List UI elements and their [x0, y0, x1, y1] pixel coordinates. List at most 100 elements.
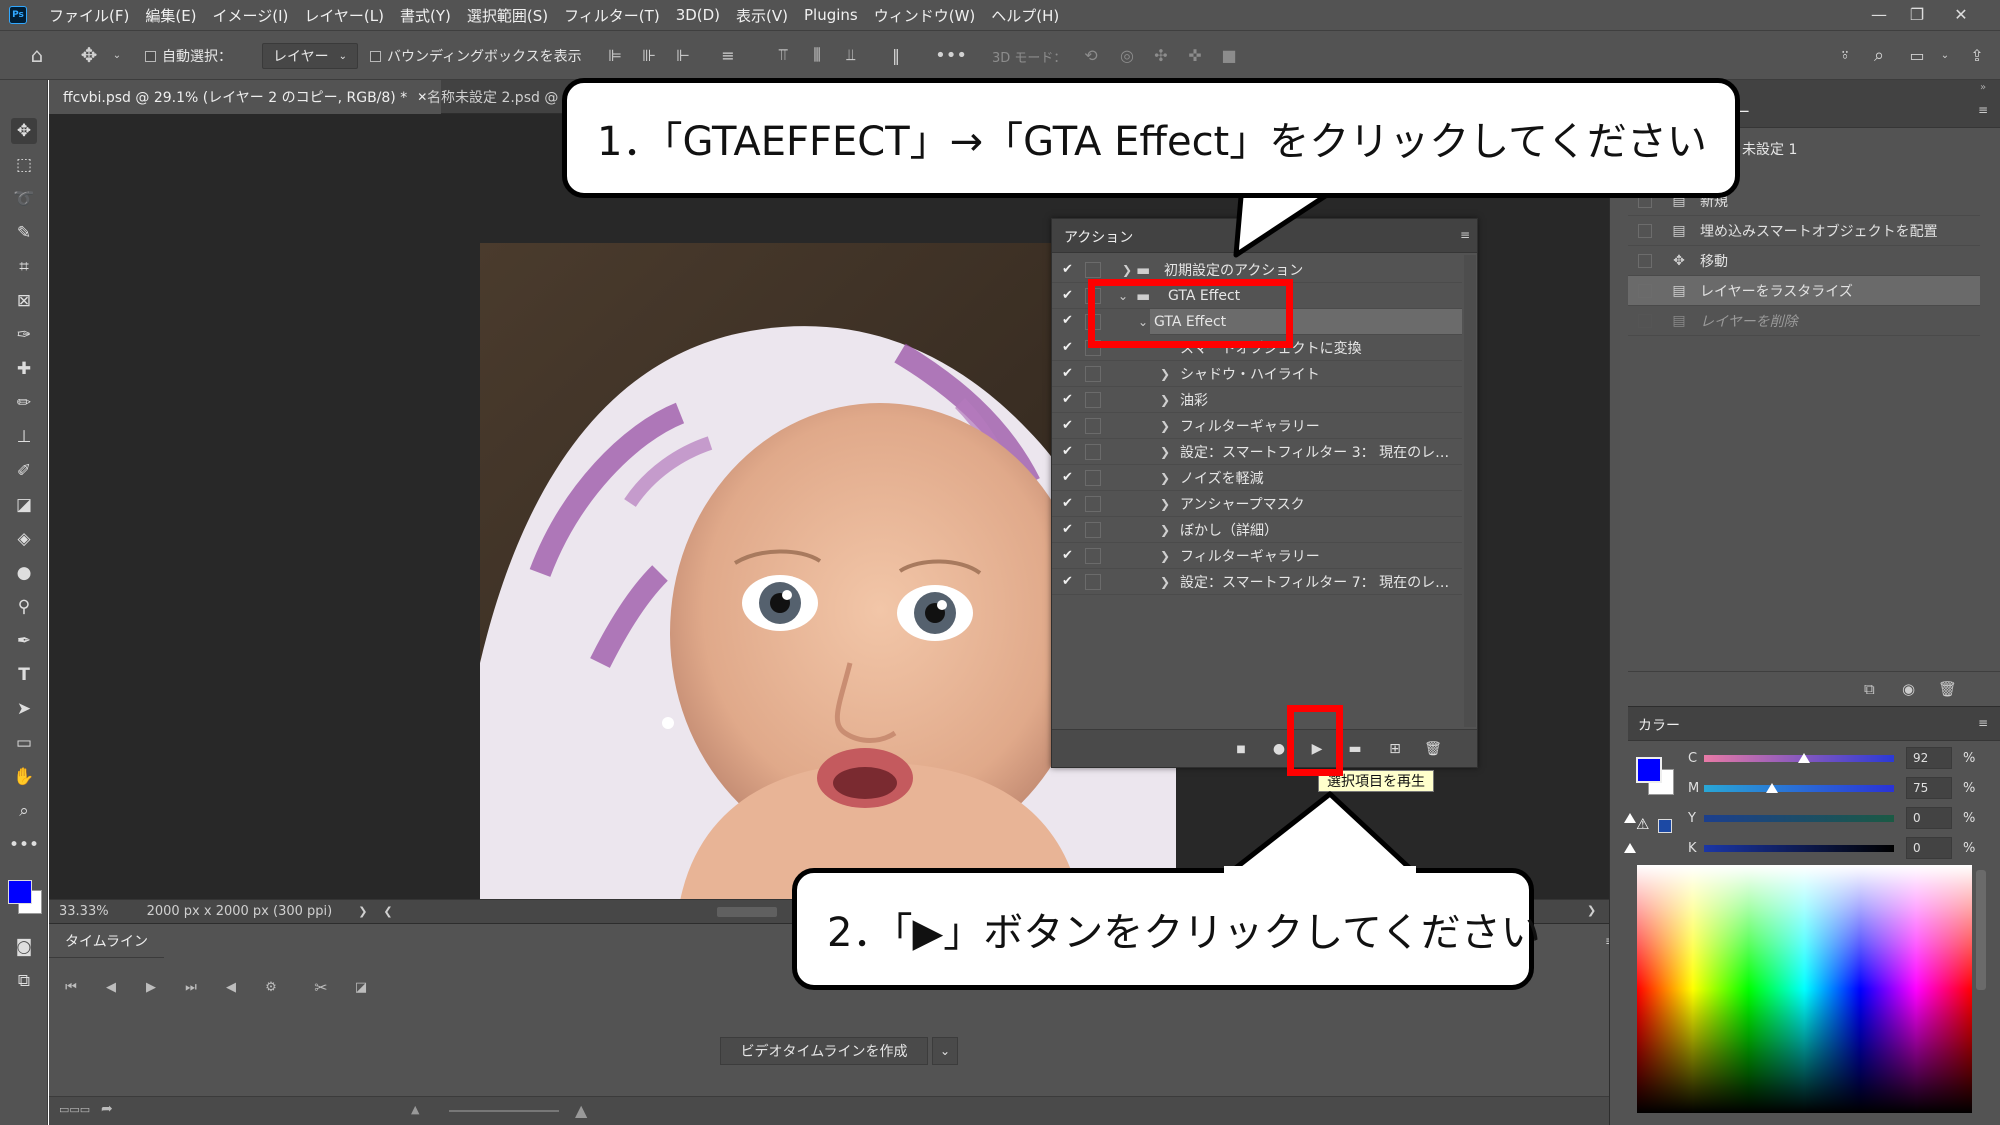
screen-mode-icon[interactable]: ⧉ — [11, 968, 37, 994]
3d-orbit-icon[interactable]: ⟲ — [1080, 44, 1102, 66]
color-spectrum[interactable] — [1637, 865, 1972, 1113]
split-scissors-icon[interactable]: ✂ — [311, 977, 331, 997]
stop-icon[interactable]: ■ — [1230, 739, 1252, 759]
chevron-right-icon[interactable]: ❯ — [1587, 904, 1596, 917]
slider-track[interactable] — [1704, 844, 1894, 852]
history-item[interactable]: ✥ 移動 — [1628, 246, 1980, 276]
toggle-check-icon[interactable]: ✔ — [1062, 392, 1076, 407]
menu-view[interactable]: 表示(V) — [736, 5, 788, 26]
menu-3d[interactable]: 3D(D) — [676, 6, 720, 24]
chevron-down-icon[interactable]: ⌄ — [932, 1037, 958, 1065]
menu-help[interactable]: ヘルプ(H) — [991, 5, 1059, 26]
dialog-toggle-box[interactable] — [1085, 495, 1101, 512]
new-set-folder-icon[interactable]: ▬ — [1344, 739, 1366, 759]
align-middle-icon[interactable]: ⫼ — [806, 44, 828, 66]
align-right-icon[interactable]: ⊩ — [672, 44, 694, 66]
action-step[interactable]: ✔ ❯ フィルターギャラリー — [1052, 413, 1462, 439]
settings-gear-icon[interactable]: ⚙ — [261, 977, 281, 997]
dodge-tool-icon[interactable]: ⚲ — [11, 594, 37, 620]
action-step[interactable]: ✔ ❯ ぼかし（詳細） — [1052, 517, 1462, 543]
zoom-tool-icon[interactable]: ⌕ — [11, 798, 37, 824]
action-step[interactable]: ✔ ❯ フィルターギャラリー — [1052, 543, 1462, 569]
dialog-toggle-box[interactable] — [1085, 391, 1101, 408]
blur-tool-icon[interactable]: ● — [11, 560, 37, 586]
dialog-toggle-box[interactable] — [1085, 443, 1101, 460]
move-tool-icon[interactable]: ✥ — [78, 43, 100, 67]
edit-toolbar-icon[interactable]: ••• — [9, 832, 39, 858]
history-item-selected[interactable]: ▤ レイヤーをラスタライズ — [1628, 276, 1980, 306]
align-left-icon[interactable]: ⊫ — [604, 44, 626, 66]
rectangle-tool-icon[interactable]: ▭ — [11, 730, 37, 756]
lasso-tool-icon[interactable]: ➰ — [11, 186, 37, 212]
toggle-check-icon[interactable]: ✔ — [1062, 313, 1073, 328]
trash-icon[interactable]: 🗑 — [1938, 680, 1957, 698]
align-center-icon[interactable]: ⊪ — [638, 44, 660, 66]
next-frame-icon[interactable]: ⏭ — [181, 977, 201, 997]
panel-menu-icon[interactable]: ≡ — [1978, 103, 1988, 117]
path-select-tool-icon[interactable]: ➤ — [11, 696, 37, 722]
toggle-check-icon[interactable]: ✔ — [1062, 496, 1076, 511]
toggle-check-icon[interactable]: ✔ — [1062, 470, 1076, 485]
action-step[interactable]: ✔ ❯ 油彩 — [1052, 387, 1462, 413]
dialog-toggle-box[interactable] — [1085, 417, 1101, 434]
trash-icon[interactable]: 🗑 — [1422, 739, 1444, 759]
chevron-right-icon[interactable]: ❯ — [1160, 471, 1170, 485]
chevron-right-icon[interactable]: ❯ — [1160, 445, 1170, 459]
chevron-right-icon[interactable]: ❯ — [1160, 497, 1170, 511]
chevron-right-icon[interactable]: ❯ — [358, 905, 367, 918]
slider-magenta[interactable]: M 75 % — [1628, 777, 1988, 799]
auto-select-checkbox[interactable]: 自動選択： — [145, 31, 232, 81]
channel-value[interactable]: 92 — [1906, 747, 1952, 769]
align-bottom-icon[interactable]: ⫫ — [840, 44, 862, 66]
3d-slide-icon[interactable]: ✜ — [1184, 44, 1206, 66]
toggle-check-icon[interactable]: ✔ — [1062, 574, 1076, 589]
history-brush-source-checkbox[interactable] — [1638, 223, 1652, 238]
create-video-timeline-button[interactable]: ビデオタイムラインを作成 — [720, 1037, 928, 1065]
slider-track[interactable] — [1704, 784, 1894, 792]
horizontal-scrollbar-thumb[interactable] — [717, 907, 777, 917]
user-icon[interactable]: ⍤ — [1834, 44, 1856, 66]
dialog-toggle-box[interactable] — [1085, 365, 1101, 382]
pen-tool-icon[interactable]: ✒ — [11, 628, 37, 654]
history-item-undone[interactable]: ▤ レイヤーを削除 — [1628, 306, 1980, 336]
tab-color[interactable]: カラー — [1638, 715, 1680, 735]
quick-select-tool-icon[interactable]: ✎ — [11, 220, 37, 246]
minimize-icon[interactable]: — — [1866, 2, 1892, 26]
3d-scale-icon[interactable]: ■ — [1218, 44, 1240, 66]
healing-brush-tool-icon[interactable]: ✚ — [11, 356, 37, 382]
layer-select-dropdown[interactable]: レイヤー ⌄ — [262, 31, 358, 81]
tab-document-2[interactable]: 名称未設定 2.psd @ — [413, 80, 572, 114]
slider-thumb[interactable] — [1624, 843, 1636, 853]
chevron-right-icon[interactable]: ❯ — [1160, 523, 1170, 537]
restore-icon[interactable]: ❐ — [1904, 2, 1930, 26]
eraser-tool-icon[interactable]: ◪ — [11, 492, 37, 518]
action-step[interactable]: ✔ ❯ ノイズを軽減 — [1052, 465, 1462, 491]
tab-document-1[interactable]: ffcvbi.psd @ 29.1% (レイヤー 2 のコピー, RGB/8) … — [49, 80, 442, 114]
channel-value[interactable]: 75 — [1906, 777, 1952, 799]
audio-icon[interactable]: ◀ — [221, 977, 241, 997]
move-tool-icon[interactable]: ✥ — [11, 118, 37, 144]
chevron-down-icon[interactable]: ⌄ — [1934, 44, 1956, 66]
slider-thumb[interactable] — [1798, 753, 1810, 763]
toggle-check-icon[interactable]: ✔ — [1062, 444, 1076, 459]
dialog-toggle-box[interactable] — [1085, 573, 1101, 590]
chevron-right-icon[interactable]: ❯ — [1160, 549, 1170, 563]
camera-icon[interactable]: ◉ — [1902, 680, 1915, 698]
chevron-down-icon[interactable]: ⌄ — [106, 44, 128, 66]
chevron-right-icon[interactable]: ❯ — [1122, 263, 1132, 277]
go-to-first-frame-icon[interactable]: ⏮ — [61, 977, 81, 997]
menu-select[interactable]: 選択範囲(S) — [467, 5, 548, 26]
chevron-right-icon[interactable]: ❯ — [1160, 419, 1170, 433]
paint-bucket-tool-icon[interactable]: ◈ — [11, 526, 37, 552]
action-step[interactable]: ✔ ❯ 設定：スマートフィルター 3： 現在のレイ... — [1052, 439, 1462, 465]
channel-value[interactable]: 0 — [1906, 807, 1952, 829]
share-icon[interactable]: ⇪ — [1966, 44, 1988, 66]
foreground-color-swatch[interactable] — [1636, 757, 1662, 783]
play-icon[interactable]: ▶ — [141, 977, 161, 997]
menu-type[interactable]: 書式(Y) — [400, 5, 451, 26]
zoom-slider[interactable] — [449, 1110, 559, 1112]
toggle-check-icon[interactable]: ✔ — [1062, 366, 1076, 381]
convert-icon[interactable]: ➦ — [101, 1101, 113, 1117]
new-document-from-state-icon[interactable]: ⧉ — [1864, 680, 1875, 698]
toggle-check-icon[interactable]: ✔ — [1062, 288, 1076, 303]
